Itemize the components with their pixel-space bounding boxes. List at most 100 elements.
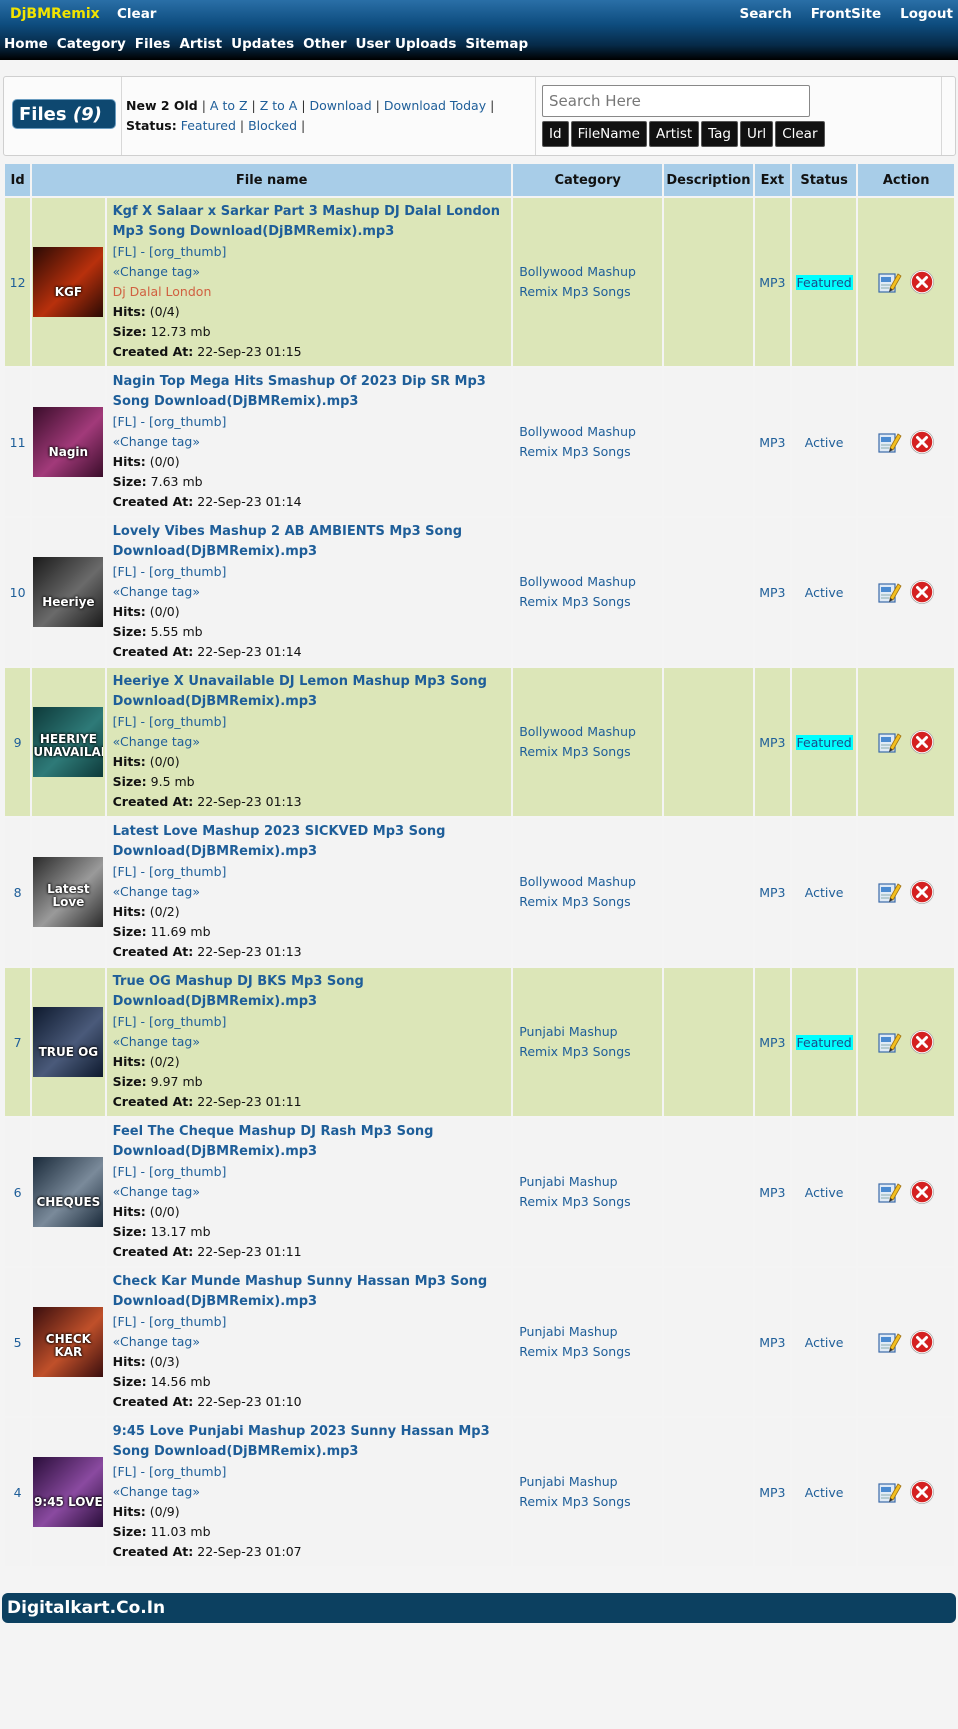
change-tag-link[interactable]: «Change tag» xyxy=(113,262,506,282)
change-tag-link[interactable]: «Change tag» xyxy=(113,432,506,452)
search-by-artist-button[interactable]: Artist xyxy=(648,121,700,147)
delete-icon[interactable] xyxy=(910,430,934,454)
file-thumbnail[interactable]: Nagin xyxy=(33,407,104,477)
status-badge[interactable]: Active xyxy=(805,1485,844,1500)
status-badge[interactable]: Featured xyxy=(795,734,853,750)
category-link[interactable]: Bollywood Mashup Remix Mp3 Songs xyxy=(519,574,636,609)
sort-download[interactable]: Download xyxy=(310,98,372,113)
change-tag-link[interactable]: «Change tag» xyxy=(113,1182,506,1202)
nav-home[interactable]: Home xyxy=(4,36,48,52)
nav-sitemap[interactable]: Sitemap xyxy=(465,36,528,52)
nav-other[interactable]: Other xyxy=(303,36,346,52)
footer-text[interactable]: Digitalkart.Co.In xyxy=(7,1598,165,1618)
change-tag-link[interactable]: «Change tag» xyxy=(113,1332,506,1352)
file-thumbnail[interactable]: CHECK KAR xyxy=(33,1307,104,1377)
category-link[interactable]: Bollywood Mashup Remix Mp3 Songs xyxy=(519,874,636,909)
clear-link[interactable]: Clear xyxy=(117,6,156,22)
row-id[interactable]: 9 xyxy=(5,668,31,816)
org-thumb-link[interactable]: [org_thumb] xyxy=(149,1314,226,1329)
edit-icon[interactable] xyxy=(878,1480,902,1504)
row-id[interactable]: 8 xyxy=(5,818,31,966)
org-thumb-link[interactable]: [org_thumb] xyxy=(149,864,226,879)
org-thumb-link[interactable]: [org_thumb] xyxy=(149,714,226,729)
file-name-link[interactable]: Lovely Vibes Mashup 2 AB AMBIENTS Mp3 So… xyxy=(113,522,506,562)
status-badge[interactable]: Active xyxy=(805,585,844,600)
change-tag-link[interactable]: «Change tag» xyxy=(113,882,506,902)
status-badge[interactable]: Active xyxy=(805,885,844,900)
org-thumb-link[interactable]: [org_thumb] xyxy=(149,564,226,579)
category-link[interactable]: Bollywood Mashup Remix Mp3 Songs xyxy=(519,724,636,759)
delete-icon[interactable] xyxy=(910,880,934,904)
fl-link[interactable]: [FL] xyxy=(113,1014,137,1029)
category-link[interactable]: Punjabi Mashup Remix Mp3 Songs xyxy=(519,1474,630,1509)
row-id[interactable]: 7 xyxy=(5,968,31,1116)
file-name-link[interactable]: True OG Mashup DJ BKS Mp3 Song Download(… xyxy=(113,972,506,1012)
edit-icon[interactable] xyxy=(878,1180,902,1204)
search-clear-button[interactable]: Clear xyxy=(775,121,825,147)
search-by-url-button[interactable]: Url xyxy=(740,121,774,147)
delete-icon[interactable] xyxy=(910,1030,934,1054)
file-thumbnail[interactable]: 9:45 LOVE xyxy=(33,1457,104,1527)
fl-link[interactable]: [FL] xyxy=(113,564,137,579)
edit-icon[interactable] xyxy=(878,730,902,754)
edit-icon[interactable] xyxy=(878,880,902,904)
org-thumb-link[interactable]: [org_thumb] xyxy=(149,1464,226,1479)
change-tag-link[interactable]: «Change tag» xyxy=(113,1032,506,1052)
edit-icon[interactable] xyxy=(878,580,902,604)
delete-icon[interactable] xyxy=(910,1330,934,1354)
edit-icon[interactable] xyxy=(878,1030,902,1054)
file-name-link[interactable]: Latest Love Mashup 2023 SICKVED Mp3 Song… xyxy=(113,822,506,862)
status-badge[interactable]: Active xyxy=(805,1185,844,1200)
change-tag-link[interactable]: «Change tag» xyxy=(113,1482,506,1502)
sort-z-to-a[interactable]: Z to A xyxy=(260,98,298,113)
row-id[interactable]: 4 xyxy=(5,1418,31,1566)
fl-link[interactable]: [FL] xyxy=(113,1314,137,1329)
row-id[interactable]: 5 xyxy=(5,1268,31,1416)
status-badge[interactable]: Featured xyxy=(795,1034,853,1050)
nav-updates[interactable]: Updates xyxy=(231,36,294,52)
search-link[interactable]: Search xyxy=(740,6,792,22)
file-thumbnail[interactable]: Heeriye xyxy=(33,557,104,627)
nav-category[interactable]: Category xyxy=(57,36,126,52)
status-badge[interactable]: Active xyxy=(805,435,844,450)
artist-tag-link[interactable]: Dj Dalal London xyxy=(113,282,506,302)
logout-link[interactable]: Logout xyxy=(900,6,953,22)
category-link[interactable]: Punjabi Mashup Remix Mp3 Songs xyxy=(519,1024,630,1059)
status-blocked-link[interactable]: Blocked xyxy=(248,118,297,133)
file-name-link[interactable]: 9:45 Love Punjabi Mashup 2023 Sunny Hass… xyxy=(113,1422,506,1462)
file-thumbnail[interactable]: HEERIYE UNAVAILABLE xyxy=(33,707,104,777)
row-id[interactable]: 6 xyxy=(5,1118,31,1266)
delete-icon[interactable] xyxy=(910,580,934,604)
category-link[interactable]: Bollywood Mashup Remix Mp3 Songs xyxy=(519,264,636,299)
file-thumbnail[interactable]: KGF xyxy=(33,247,104,317)
fl-link[interactable]: [FL] xyxy=(113,244,137,259)
row-id[interactable]: 10 xyxy=(5,518,31,666)
row-id[interactable]: 11 xyxy=(5,368,31,516)
nav-user-uploads[interactable]: User Uploads xyxy=(356,36,457,52)
search-input[interactable] xyxy=(542,85,810,117)
row-id[interactable]: 12 xyxy=(5,198,31,366)
delete-icon[interactable] xyxy=(910,1480,934,1504)
fl-link[interactable]: [FL] xyxy=(113,714,137,729)
search-by-id-button[interactable]: Id xyxy=(542,121,569,147)
file-thumbnail[interactable]: Latest Love xyxy=(33,857,104,927)
search-by-filename-button[interactable]: FileName xyxy=(570,121,647,147)
status-featured-link[interactable]: Featured xyxy=(181,118,236,133)
search-by-tag-button[interactable]: Tag xyxy=(701,121,738,147)
org-thumb-link[interactable]: [org_thumb] xyxy=(149,244,226,259)
brand-logo[interactable]: DjBMRemix xyxy=(10,6,100,22)
org-thumb-link[interactable]: [org_thumb] xyxy=(149,1164,226,1179)
file-name-link[interactable]: Feel The Cheque Mashup DJ Rash Mp3 Song … xyxy=(113,1122,506,1162)
delete-icon[interactable] xyxy=(910,1180,934,1204)
edit-icon[interactable] xyxy=(878,1330,902,1354)
change-tag-link[interactable]: «Change tag» xyxy=(113,582,506,602)
category-link[interactable]: Punjabi Mashup Remix Mp3 Songs xyxy=(519,1324,630,1359)
edit-icon[interactable] xyxy=(878,430,902,454)
nav-files[interactable]: Files xyxy=(135,36,171,52)
fl-link[interactable]: [FL] xyxy=(113,1164,137,1179)
fl-link[interactable]: [FL] xyxy=(113,1464,137,1479)
file-name-link[interactable]: Heeriye X Unavailable DJ Lemon Mashup Mp… xyxy=(113,672,506,712)
edit-icon[interactable] xyxy=(878,270,902,294)
status-badge[interactable]: Active xyxy=(805,1335,844,1350)
delete-icon[interactable] xyxy=(910,730,934,754)
